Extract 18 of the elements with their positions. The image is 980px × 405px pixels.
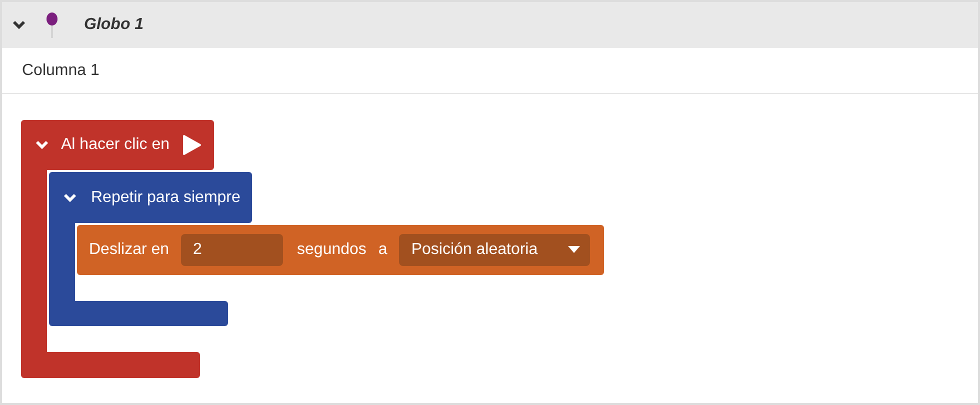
loop-block-header[interactable]: Repetir para siempre [49,172,252,223]
column-label: Columna 1 [22,62,100,80]
chevron-icon[interactable] [63,192,77,202]
collapse-chevron-icon[interactable] [12,20,26,30]
motion-block[interactable]: Deslizar en 2 segundos a Posición aleatoria [77,225,604,275]
block-label: Al hacer clic en [61,136,170,154]
block-label: Deslizar en [89,241,170,259]
sprite-name: Globo 1 [84,16,144,34]
chevron-icon[interactable] [35,140,49,150]
block-label: a [378,241,388,259]
balloon-icon [46,12,58,38]
dropdown-caret-icon [568,246,580,254]
block-label: segundos [297,241,366,259]
event-block-header[interactable]: Al hacer clic en [21,120,214,170]
number-input[interactable]: 2 [181,234,284,266]
position-dropdown[interactable]: Posición aleatoria [399,234,590,266]
block-label: Repetir para siempre [91,188,240,206]
play-flag-icon [182,134,202,156]
